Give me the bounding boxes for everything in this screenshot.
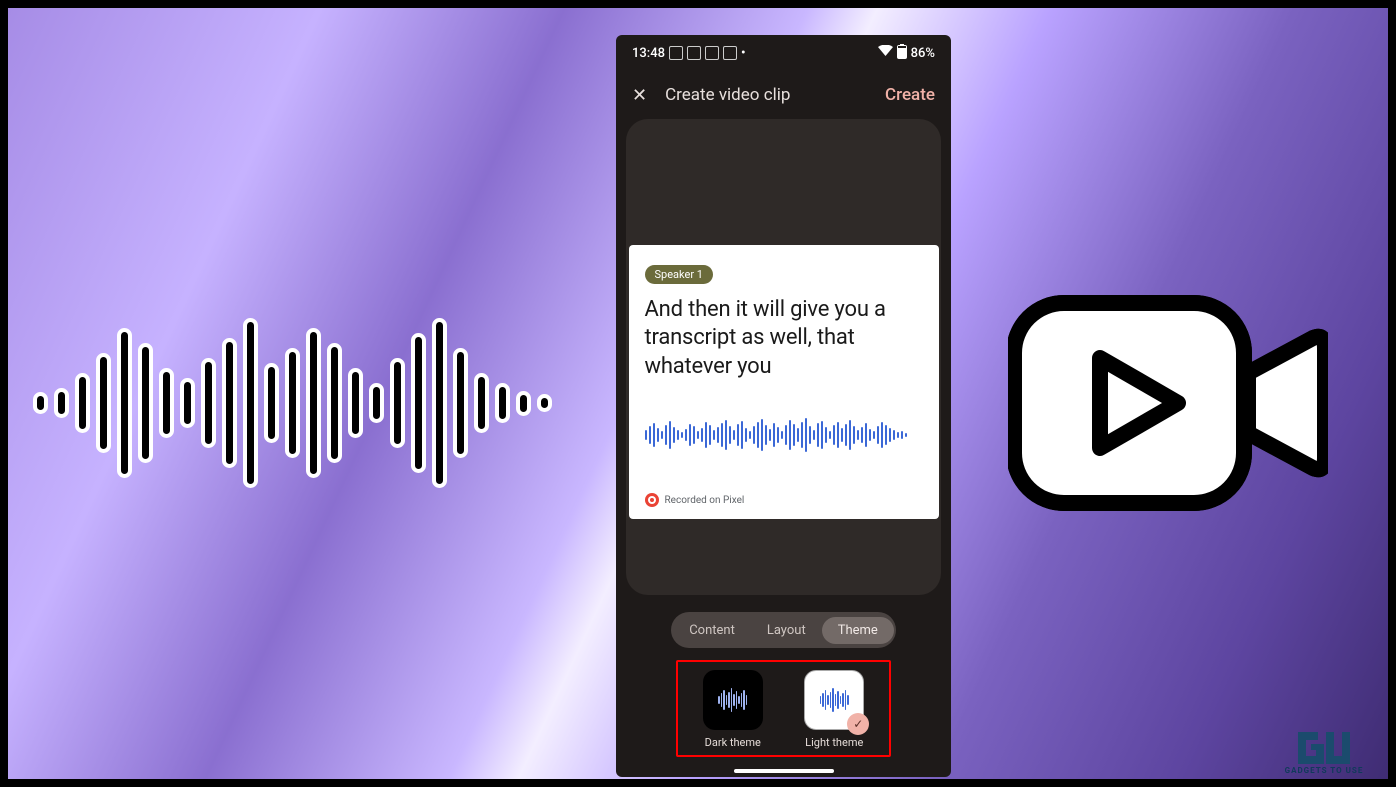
- hero-frame: 13:48 • 86% ✕ Create video clip Create: [8, 8, 1388, 779]
- wifi-icon: [878, 45, 893, 61]
- home-indicator: [734, 769, 834, 773]
- theme-options-highlighted: Dark theme ✓ Light theme: [676, 660, 891, 757]
- dark-theme-label: Dark theme: [705, 736, 761, 749]
- close-icon[interactable]: ✕: [632, 85, 647, 106]
- recorder-icon: [645, 493, 659, 507]
- check-icon: ✓: [847, 713, 869, 735]
- watermark-logo: GADGETS TO USE: [1264, 732, 1384, 775]
- theme-option-light[interactable]: ✓ Light theme: [804, 670, 864, 749]
- page-title: Create video clip: [665, 85, 867, 105]
- phone-screenshot: 13:48 • 86% ✕ Create video clip Create: [616, 35, 951, 777]
- waveform-icon: [645, 411, 923, 459]
- tab-theme[interactable]: Theme: [822, 617, 894, 644]
- top-bar: ✕ Create video clip Create: [616, 71, 951, 119]
- status-bar: 13:48 • 86%: [616, 35, 951, 71]
- instagram-icon: [687, 46, 701, 60]
- battery-percent: 86%: [911, 46, 935, 61]
- watermark-text: GADGETS TO USE: [1264, 766, 1384, 775]
- more-dot: •: [741, 46, 746, 61]
- speaker-chip: Speaker 1: [645, 265, 713, 284]
- audio-wave-icon: [33, 308, 593, 498]
- instagram-icon: [723, 46, 737, 60]
- video-camera-icon: [1008, 293, 1328, 513]
- light-theme-label: Light theme: [805, 736, 863, 749]
- preview-card: Speaker 1 And then it will give you a tr…: [629, 245, 939, 520]
- instagram-icon: [705, 46, 719, 60]
- theme-option-dark[interactable]: Dark theme: [703, 670, 763, 749]
- recorded-badge: Recorded on Pixel: [645, 493, 923, 507]
- battery-icon: [897, 44, 907, 63]
- tab-bar: Content Layout Theme: [671, 612, 896, 648]
- recorded-label: Recorded on Pixel: [665, 495, 745, 506]
- transcript-text: And then it will give you a transcript a…: [645, 296, 923, 382]
- tab-content[interactable]: Content: [673, 617, 751, 644]
- create-button[interactable]: Create: [885, 85, 935, 105]
- tab-layout[interactable]: Layout: [751, 617, 822, 644]
- status-time: 13:48: [632, 46, 665, 61]
- dark-theme-thumbnail: [703, 670, 763, 730]
- preview-area: Speaker 1 And then it will give you a tr…: [626, 119, 941, 595]
- light-theme-thumbnail: ✓: [804, 670, 864, 730]
- calendar-icon: [669, 46, 683, 60]
